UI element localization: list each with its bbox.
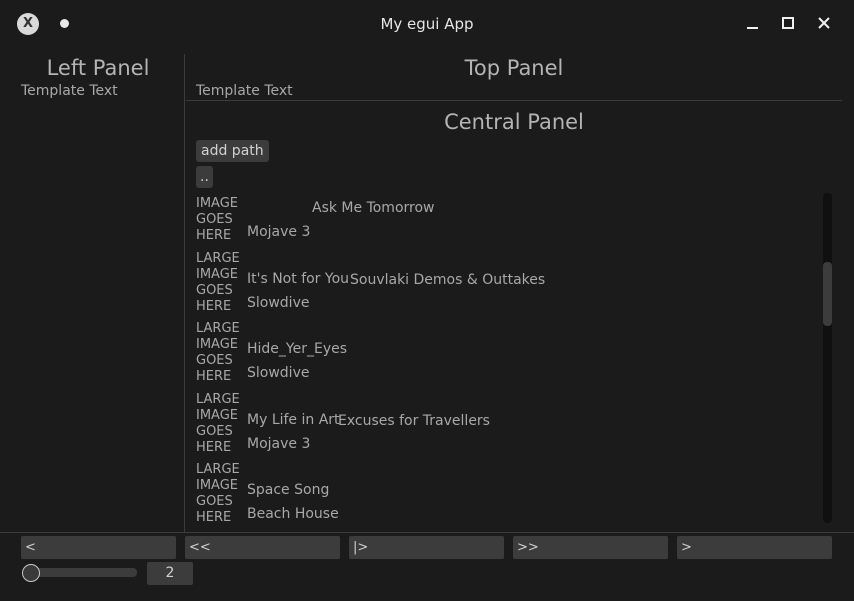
add-path-button[interactable]: add path bbox=[196, 140, 269, 162]
volume-slider-handle[interactable] bbox=[22, 564, 40, 582]
left-panel: Left Panel Template Text bbox=[0, 54, 185, 532]
minimize-icon bbox=[747, 27, 758, 29]
image-placeholder: LARGE IMAGE GOES HERE bbox=[196, 391, 240, 455]
window-title: My egui App bbox=[380, 15, 474, 33]
title-bar[interactable]: X My egui App bbox=[0, 0, 854, 48]
track-title: Hide_Yer_Eyes bbox=[247, 341, 348, 357]
image-placeholder: LARGE IMAGE GOES HERE bbox=[196, 250, 240, 314]
list-item[interactable]: LARGE IMAGE GOES HERE Space Song Beach H… bbox=[186, 457, 826, 528]
maximize-icon bbox=[782, 17, 794, 29]
track-title: My Life in Art bbox=[247, 411, 340, 428]
image-placeholder: LARGE IMAGE GOES HERE bbox=[196, 462, 240, 525]
close-icon bbox=[818, 17, 830, 29]
left-panel-text: Template Text bbox=[21, 83, 118, 99]
volume-slider[interactable] bbox=[23, 568, 137, 577]
track-title: It's Not for You bbox=[247, 270, 350, 287]
top-panel-heading: Top Panel bbox=[464, 56, 564, 80]
central-panel: Central Panel add path .. LARGE IMAGE GO… bbox=[186, 102, 842, 532]
track-artist: Mojave 3 bbox=[247, 435, 311, 452]
track-artist: Slowdive bbox=[247, 365, 310, 381]
track-artist: Beach House bbox=[247, 506, 339, 522]
list-item[interactable]: LARGE IMAGE GOES HERE My Life in Art Exc… bbox=[186, 387, 826, 458]
next-track-button[interactable]: > bbox=[677, 536, 832, 559]
seek-back-button[interactable]: << bbox=[185, 536, 340, 559]
track-album: Ask Me Tomorrow bbox=[312, 200, 435, 216]
top-panel-text: Template Text bbox=[196, 83, 293, 99]
scrollbar-thumb[interactable] bbox=[823, 262, 832, 326]
track-artist: Slowdive bbox=[247, 294, 310, 311]
maximize-button[interactable] bbox=[777, 12, 799, 34]
previous-track-button[interactable]: < bbox=[21, 536, 176, 559]
playback-controls: < << |> >> > 2 bbox=[0, 532, 854, 601]
image-placeholder: LARGE IMAGE GOES HERE bbox=[196, 192, 240, 243]
track-album: Souvlaki Demos & Outtakes bbox=[350, 271, 546, 288]
seek-forward-button[interactable]: >> bbox=[513, 536, 668, 559]
list-item[interactable]: LARGE IMAGE GOES HERE Hide_Yer_Eyes Slow… bbox=[186, 316, 826, 387]
list-item[interactable]: LARGE IMAGE GOES HERE Ask Me Tomorrow Mo… bbox=[186, 192, 826, 246]
app-window: X My egui App Left Panel Template Text T… bbox=[0, 0, 854, 601]
parent-directory-button[interactable]: .. bbox=[196, 166, 213, 188]
central-panel-heading: Central Panel bbox=[444, 110, 584, 134]
track-album: Excuses for Travellers bbox=[338, 412, 490, 429]
minimize-button[interactable] bbox=[742, 12, 764, 34]
top-panel: Top Panel Template Text bbox=[186, 54, 842, 101]
track-list-inner: LARGE IMAGE GOES HERE Ask Me Tomorrow Mo… bbox=[186, 192, 826, 528]
image-placeholder: LARGE IMAGE GOES HERE bbox=[196, 321, 240, 384]
scrollbar[interactable] bbox=[823, 193, 832, 523]
track-list[interactable]: LARGE IMAGE GOES HERE Ask Me Tomorrow Mo… bbox=[186, 192, 826, 532]
track-artist: Mojave 3 bbox=[247, 224, 311, 240]
volume-value-field[interactable]: 2 bbox=[147, 562, 193, 585]
track-title: Space Song bbox=[247, 482, 330, 498]
list-item[interactable]: LARGE IMAGE GOES HERE It's Not for You S… bbox=[186, 246, 826, 317]
close-button[interactable] bbox=[813, 12, 835, 34]
left-panel-heading: Left Panel bbox=[46, 56, 150, 80]
play-pause-button[interactable]: |> bbox=[349, 536, 504, 559]
